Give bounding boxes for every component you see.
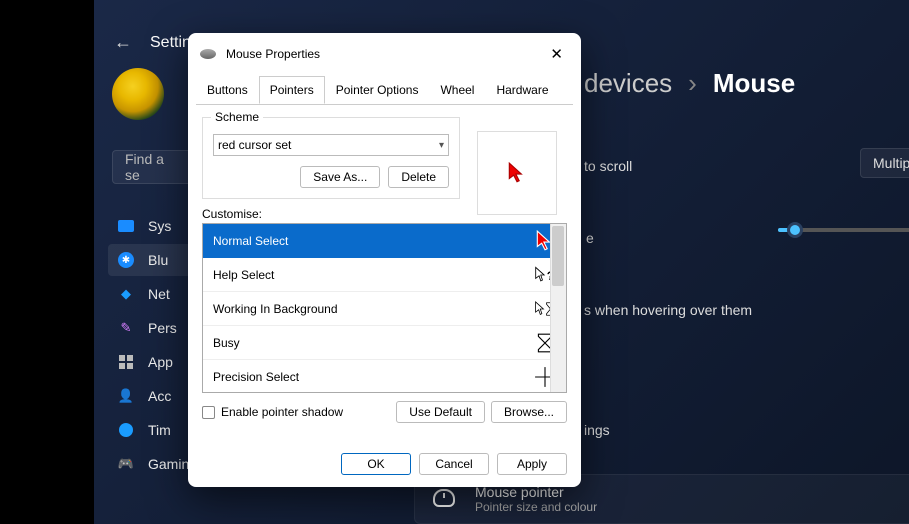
ings-label: ings — [584, 422, 610, 438]
pointer-shadow-label: Enable pointer shadow — [221, 405, 343, 419]
arrow-cursor-icon — [506, 162, 528, 184]
scroll-dropdown[interactable]: Multip — [860, 148, 909, 178]
dialog-tabs: Buttons Pointers Pointer Options Wheel H… — [188, 75, 581, 104]
gamepad-icon: 🎮 — [118, 456, 134, 472]
slider-thumb[interactable] — [787, 222, 803, 238]
list-item-precision-select[interactable]: Precision Select — [203, 360, 566, 393]
user-avatar[interactable] — [112, 68, 164, 120]
chevron-down-icon: ▾ — [439, 140, 444, 151]
brush-icon: ✎ — [118, 320, 134, 336]
list-item-normal-select[interactable]: Normal Select — [203, 224, 566, 258]
ok-button[interactable]: OK — [341, 453, 411, 475]
list-item-help-select[interactable]: Help Select ? — [203, 258, 566, 292]
scrollbar-thumb[interactable] — [552, 226, 564, 286]
search-input[interactable]: Find a se — [112, 150, 192, 184]
mouse-properties-dialog: Mouse Properties ✕ Buttons Pointers Poin… — [188, 33, 581, 487]
scrollbar[interactable] — [550, 224, 566, 392]
bluetooth-icon: ✱ — [118, 252, 134, 268]
tab-wheel[interactable]: Wheel — [429, 76, 485, 104]
cursor-list[interactable]: Normal Select Help Select ? Working In B… — [202, 223, 567, 393]
mouse-icon — [433, 489, 455, 507]
pointer-shadow-checkbox[interactable] — [202, 406, 215, 419]
scroll-label: to scroll — [584, 158, 632, 174]
tab-hardware[interactable]: Hardware — [485, 76, 559, 104]
card-subtitle: Pointer size and colour — [475, 500, 909, 514]
mouse-device-icon — [200, 49, 216, 59]
dialog-title: Mouse Properties — [226, 47, 320, 61]
display-icon — [118, 220, 134, 232]
breadcrumb: devices › Mouse — [584, 68, 795, 99]
apps-icon — [119, 355, 133, 369]
delete-button[interactable]: Delete — [388, 166, 449, 188]
chevron-right-icon: › — [688, 68, 697, 99]
list-item-working-background[interactable]: Working In Background — [203, 292, 566, 326]
apply-button[interactable]: Apply — [497, 453, 567, 475]
use-default-button[interactable]: Use Default — [396, 401, 485, 423]
browse-button[interactable]: Browse... — [491, 401, 567, 423]
back-arrow-icon[interactable]: ← — [114, 32, 132, 53]
breadcrumb-mouse: Mouse — [713, 68, 795, 99]
save-as-button[interactable]: Save As... — [300, 166, 380, 188]
tab-pointer-options[interactable]: Pointer Options — [325, 76, 430, 104]
clock-icon — [119, 423, 133, 437]
person-icon: 👤 — [118, 388, 134, 404]
cursor-preview — [477, 131, 557, 215]
wifi-icon: ◆ — [118, 286, 134, 302]
breadcrumb-devices[interactable]: devices — [584, 68, 672, 99]
scheme-dropdown[interactable]: red cursor set ▾ — [213, 134, 449, 156]
list-item-busy[interactable]: Busy — [203, 326, 566, 360]
tab-pointers[interactable]: Pointers — [259, 76, 325, 104]
scheme-group: Scheme red cursor set ▾ Save As... Delet… — [202, 117, 460, 199]
cancel-button[interactable]: Cancel — [419, 453, 489, 475]
scheme-label: Scheme — [211, 110, 263, 124]
tab-buttons[interactable]: Buttons — [196, 76, 259, 104]
hover-label: s when hovering over them — [584, 302, 752, 318]
close-button[interactable]: ✕ — [544, 43, 569, 65]
speed-slider[interactable] — [778, 228, 909, 232]
speed-label: e — [586, 230, 594, 246]
